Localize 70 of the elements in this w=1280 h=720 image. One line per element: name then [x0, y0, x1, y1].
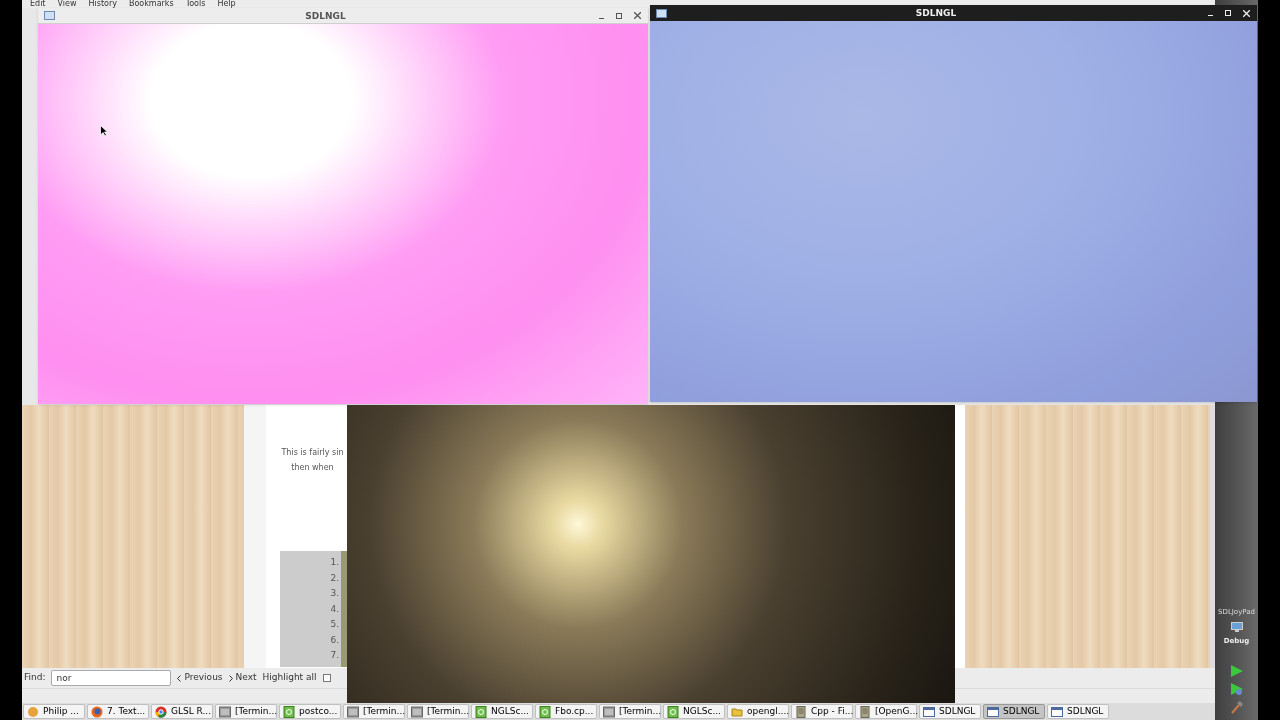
terminal-icon	[603, 705, 615, 718]
taskbar-button[interactable]: [Termin...	[599, 704, 661, 719]
find-label: Find:	[24, 671, 46, 685]
menu-item[interactable]: Bookmarks	[128, 0, 174, 8]
chevron-right-icon	[228, 674, 233, 682]
taskbar-button[interactable]: Fbo.cp...	[535, 704, 597, 719]
line-number: 1.	[330, 556, 339, 569]
find-field[interactable]: nor	[51, 670, 172, 686]
taskbar-button[interactable]: postco...	[279, 704, 341, 719]
terminal-icon	[219, 705, 231, 718]
taskbar-button[interactable]: opengl....	[727, 704, 789, 719]
menu-item[interactable]: Help	[217, 0, 236, 8]
taskbar-button[interactable]: Cpp - Fi...	[791, 704, 853, 719]
window-title: SDLNGL	[304, 9, 347, 23]
taskbar-button[interactable]: [Termin...	[215, 704, 277, 719]
highlight-all-button[interactable]: Highlight all	[262, 671, 317, 685]
globe-icon	[155, 705, 167, 718]
document-icon	[283, 705, 295, 718]
close-button[interactable]	[1241, 8, 1251, 18]
menu-item[interactable]: View	[57, 0, 77, 8]
maximize-button[interactable]	[1223, 8, 1233, 18]
match-case-checkbox[interactable]	[322, 674, 331, 682]
next-button[interactable]: Next	[228, 671, 257, 685]
window-icon	[923, 705, 935, 718]
taskbar-button[interactable]: GLSL R...	[151, 704, 213, 719]
document-icon	[795, 705, 807, 718]
debug-run-icon[interactable]	[1229, 682, 1244, 696]
globe-icon	[91, 705, 103, 718]
taskbar-button[interactable]: [Termin...	[343, 704, 405, 719]
window-icon	[987, 705, 999, 718]
previous-button[interactable]: Previous	[177, 671, 223, 685]
line-number: 7.	[330, 649, 339, 662]
taskbar-button[interactable]: SDLNGL	[983, 704, 1045, 719]
close-button[interactable]	[632, 10, 642, 21]
run-icon[interactable]	[1229, 664, 1244, 678]
document-icon	[475, 705, 487, 718]
terminal-icon	[347, 705, 359, 718]
line-number: 2.	[330, 571, 339, 585]
monitor-icon[interactable]	[1230, 621, 1243, 632]
taskbar-button[interactable]: 7. Text...	[87, 704, 149, 719]
menu-item[interactable]: Tools	[185, 0, 206, 8]
mouse-pointer-icon	[100, 125, 108, 137]
document-icon	[859, 705, 871, 718]
taskbar-button[interactable]: [Termin...	[407, 704, 469, 719]
window-title: SDLNGL	[914, 7, 958, 20]
taskbar-button[interactable]: SDLNGL	[919, 704, 981, 719]
window-icon	[656, 8, 667, 18]
chevron-left-icon	[177, 674, 182, 682]
paragraph-line: then when	[291, 462, 334, 474]
window-icon	[1051, 705, 1063, 718]
hammer-icon[interactable]	[1229, 700, 1244, 714]
line-number: 4.	[330, 602, 339, 616]
taskbar-button[interactable]: Philip ...	[23, 704, 85, 719]
document-icon	[539, 705, 551, 718]
document-icon	[667, 705, 679, 718]
menu-item[interactable]: Edit	[30, 0, 46, 8]
menu-item[interactable]: History	[88, 0, 117, 8]
folder-icon	[731, 705, 743, 718]
terminal-icon	[411, 705, 423, 718]
taskbar-button[interactable]: NGLSc...	[471, 704, 533, 719]
taskbar-button[interactable]: SDLNGL	[1047, 704, 1109, 719]
app-icon	[27, 705, 39, 718]
taskbar-button[interactable]: NGLSc...	[663, 704, 725, 719]
window-icon	[44, 11, 55, 20]
line-number: 5.	[330, 618, 339, 631]
paragraph-line: This is fairly sin	[281, 447, 344, 459]
line-number: 6.	[330, 633, 339, 647]
taskbar-button[interactable]: [OpenG...	[855, 704, 917, 719]
line-number: 3.	[330, 587, 339, 600]
maximize-button[interactable]	[614, 10, 624, 21]
